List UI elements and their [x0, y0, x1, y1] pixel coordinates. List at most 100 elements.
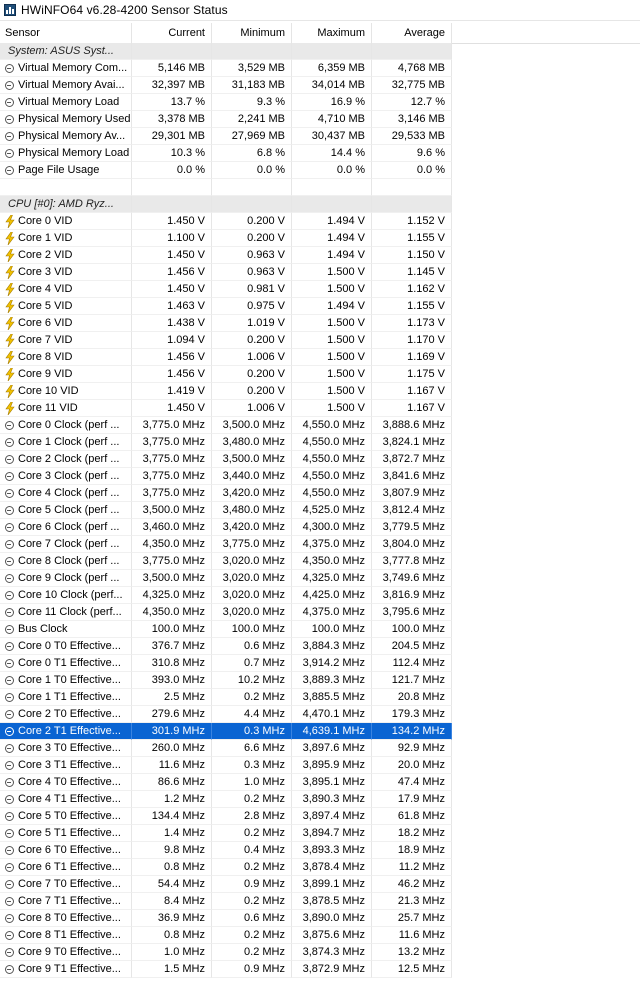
value-minimum: 3,020.0 MHz	[212, 604, 292, 621]
sensor-group-row[interactable]: CPU [#0]: AMD Ryz...	[0, 196, 452, 213]
sensor-label: Core 7 T0 Effective...	[18, 877, 121, 890]
value-current: 0.8 MHz	[132, 859, 212, 876]
sensor-row[interactable]: Core 7 T0 Effective... 54.4 MHz 0.9 MHz 3,8…	[0, 876, 452, 893]
value-current: 1.0 MHz	[132, 944, 212, 961]
sensor-row[interactable]: Core 4 T1 Effective... 1.2 MHz 0.2 MHz 3,89…	[0, 791, 452, 808]
value-current: 310.8 MHz	[132, 655, 212, 672]
value-minimum: 3,480.0 MHz	[212, 502, 292, 519]
sensor-gauge-icon	[5, 556, 14, 566]
sensor-name-cell: Core 3 Clock (perf ...	[0, 468, 132, 485]
sensor-row[interactable]: Core 7 VID 1.094 V 0.200 V 1.500 V 1.170 V	[0, 332, 452, 349]
value-maximum: 100.0 MHz	[292, 621, 372, 638]
sensor-row[interactable]: Physical Memory Used 3,378 MB 2,241 MB 4,71…	[0, 111, 452, 128]
sensor-label: Core 7 Clock (perf ...	[18, 537, 120, 550]
sensor-row[interactable]: Virtual Memory Avai... 32,397 MB 31,183 MB…	[0, 77, 452, 94]
sensor-row[interactable]: Core 9 T1 Effective... 1.5 MHz 0.9 MHz 3,87…	[0, 961, 452, 978]
sensor-row[interactable]: Core 5 Clock (perf ... 3,500.0 MHz 3,480.0…	[0, 502, 452, 519]
sensor-row[interactable]: Core 3 Clock (perf ... 3,775.0 MHz 3,440.0…	[0, 468, 452, 485]
sensor-row[interactable]: Core 4 Clock (perf ... 3,775.0 MHz 3,420.0…	[0, 485, 452, 502]
sensor-row[interactable]: Core 1 Clock (perf ... 3,775.0 MHz 3,480.0…	[0, 434, 452, 451]
sensor-row[interactable]: Core 6 VID 1.438 V 1.019 V 1.500 V 1.173 V	[0, 315, 452, 332]
column-header-current[interactable]: Current	[132, 23, 212, 43]
column-header-maximum[interactable]: Maximum	[292, 23, 372, 43]
sensor-row[interactable]: Core 3 T0 Effective... 260.0 MHz 6.6 MHz 3,…	[0, 740, 452, 757]
value-minimum: 3,420.0 MHz	[212, 519, 292, 536]
sensor-row[interactable]: Core 1 T1 Effective... 2.5 MHz 0.2 MHz 3,88…	[0, 689, 452, 706]
column-header-average[interactable]: Average	[372, 23, 452, 43]
sensor-row[interactable]: Core 11 VID 1.450 V 1.006 V 1.500 V 1.167 V	[0, 400, 452, 417]
sensor-row[interactable]: Core 6 Clock (perf ... 3,460.0 MHz 3,420.0…	[0, 519, 452, 536]
sensor-row[interactable]: Core 5 VID 1.463 V 0.975 V 1.494 V 1.155 V	[0, 298, 452, 315]
sensor-row[interactable]: Core 7 Clock (perf ... 4,350.0 MHz 3,775.0…	[0, 536, 452, 553]
sensor-row[interactable]: Core 2 Clock (perf ... 3,775.0 MHz 3,500.0…	[0, 451, 452, 468]
column-header-minimum[interactable]: Minimum	[212, 23, 292, 43]
spacer-cell-maximum	[292, 179, 372, 196]
value-average: 46.2 MHz	[372, 876, 452, 893]
sensor-row[interactable]: Core 2 VID 1.450 V 0.963 V 1.494 V 1.150 V	[0, 247, 452, 264]
sensor-row[interactable]: Core 11 Clock (perf... 4,350.0 MHz 3,020.0…	[0, 604, 452, 621]
sensor-row[interactable]: Core 10 VID 1.419 V 0.200 V 1.500 V 1.167 V	[0, 383, 452, 400]
sensor-row[interactable]: Core 3 T1 Effective... 11.6 MHz 0.3 MHz 3,8…	[0, 757, 452, 774]
sensor-row[interactable]: Physical Memory Load 10.3 % 6.8 % 14.4 % 9.6…	[0, 145, 452, 162]
sensor-row[interactable]: Bus Clock 100.0 MHz 100.0 MHz 100.0 MHz 100.…	[0, 621, 452, 638]
sensor-row[interactable]: Physical Memory Av... 29,301 MB 27,969 MB 3…	[0, 128, 452, 145]
sensor-gauge-icon	[5, 930, 14, 940]
column-header-sensor[interactable]: Sensor	[0, 23, 132, 43]
sensor-row[interactable]: Core 5 T1 Effective... 1.4 MHz 0.2 MHz 3,89…	[0, 825, 452, 842]
value-average: 3,795.6 MHz	[372, 604, 452, 621]
sensor-row[interactable]: Core 0 VID 1.450 V 0.200 V 1.494 V 1.152 V	[0, 213, 452, 230]
value-minimum: 0.200 V	[212, 366, 292, 383]
value-minimum: 3,480.0 MHz	[212, 434, 292, 451]
value-average: 1.162 V	[372, 281, 452, 298]
value-maximum: 6,359 MB	[292, 60, 372, 77]
sensor-gauge-icon	[5, 437, 14, 447]
value-current: 1.450 V	[132, 213, 212, 230]
sensor-row[interactable]: Virtual Memory Com... 5,146 MB 3,529 MB 6,3…	[0, 60, 452, 77]
value-minimum: 0.3 MHz	[212, 723, 292, 740]
sensor-name-cell: Core 4 T1 Effective...	[0, 791, 132, 808]
sensor-row[interactable]: Core 2 T0 Effective... 279.6 MHz 4.4 MHz 4,…	[0, 706, 452, 723]
sensor-row[interactable]: Core 4 VID 1.450 V 0.981 V 1.500 V 1.162 V	[0, 281, 452, 298]
sensor-row[interactable]: Core 2 T1 Effective... 301.9 MHz 0.3 MHz 4,…	[0, 723, 452, 740]
sensor-row[interactable]: Core 1 VID 1.100 V 0.200 V 1.494 V 1.155 V	[0, 230, 452, 247]
sensor-row[interactable]: Core 8 T0 Effective... 36.9 MHz 0.6 MHz 3,8…	[0, 910, 452, 927]
sensor-group-row[interactable]: System: ASUS Syst...	[0, 43, 452, 60]
sensor-label: Core 2 VID	[18, 248, 73, 261]
sensor-label: Core 5 T0 Effective...	[18, 809, 121, 822]
sensor-row[interactable]: Core 6 T1 Effective... 0.8 MHz 0.2 MHz 3,87…	[0, 859, 452, 876]
sensor-row[interactable]: Core 8 VID 1.456 V 1.006 V 1.500 V 1.169 V	[0, 349, 452, 366]
sensor-row[interactable]: Core 8 Clock (perf ... 3,775.0 MHz 3,020.0…	[0, 553, 452, 570]
sensor-row[interactable]: Core 9 T0 Effective... 1.0 MHz 0.2 MHz 3,87…	[0, 944, 452, 961]
sensor-row[interactable]: Core 8 T1 Effective... 0.8 MHz 0.2 MHz 3,87…	[0, 927, 452, 944]
value-average: 100.0 MHz	[372, 621, 452, 638]
sensor-row[interactable]: Core 6 T0 Effective... 9.8 MHz 0.4 MHz 3,89…	[0, 842, 452, 859]
value-maximum: 3,889.3 MHz	[292, 672, 372, 689]
value-average: 3,872.7 MHz	[372, 451, 452, 468]
value-minimum: 0.7 MHz	[212, 655, 292, 672]
sensor-label: Core 5 VID	[18, 299, 73, 312]
value-minimum: 0.200 V	[212, 383, 292, 400]
sensor-row[interactable]: Core 5 T0 Effective... 134.4 MHz 2.8 MHz 3,…	[0, 808, 452, 825]
value-minimum: 0.2 MHz	[212, 825, 292, 842]
sensor-row[interactable]: Page File Usage 0.0 % 0.0 % 0.0 % 0.0 %	[0, 162, 452, 179]
sensor-row[interactable]: Core 0 T0 Effective... 376.7 MHz 0.6 MHz 3,…	[0, 638, 452, 655]
sensor-row[interactable]: Core 9 VID 1.456 V 0.200 V 1.500 V 1.175 V	[0, 366, 452, 383]
sensor-row[interactable]: Core 7 T1 Effective... 8.4 MHz 0.2 MHz 3,87…	[0, 893, 452, 910]
sensor-row[interactable]: Core 1 T0 Effective... 393.0 MHz 10.2 MHz 3…	[0, 672, 452, 689]
sensor-row[interactable]: Core 3 VID 1.456 V 0.963 V 1.500 V 1.145 V	[0, 264, 452, 281]
sensor-gauge-icon	[5, 522, 14, 532]
sensor-name-cell: Physical Memory Used	[0, 111, 132, 128]
sensor-gauge-icon	[5, 488, 14, 498]
title-bar[interactable]: HWiNFO64 v6.28-4200 Sensor Status	[0, 0, 640, 21]
sensor-row[interactable]: Core 0 Clock (perf ... 3,775.0 MHz 3,500.0…	[0, 417, 452, 434]
sensor-row[interactable]: Virtual Memory Load 13.7 % 9.3 % 16.9 % 12.7…	[0, 94, 452, 111]
sensor-row[interactable]: Core 4 T0 Effective... 86.6 MHz 1.0 MHz 3,8…	[0, 774, 452, 791]
sensor-label: Core 3 VID	[18, 265, 73, 278]
sensor-row[interactable]: Core 10 Clock (perf... 4,325.0 MHz 3,020.0…	[0, 587, 452, 604]
sensor-row[interactable]: Core 0 T1 Effective... 310.8 MHz 0.7 MHz 3,…	[0, 655, 452, 672]
value-average: 3,812.4 MHz	[372, 502, 452, 519]
sensor-gauge-icon	[5, 828, 14, 838]
sensor-row[interactable]: Core 9 Clock (perf ... 3,500.0 MHz 3,020.0…	[0, 570, 452, 587]
value-maximum: 1.494 V	[292, 247, 372, 264]
sensor-gauge-icon	[5, 777, 14, 787]
